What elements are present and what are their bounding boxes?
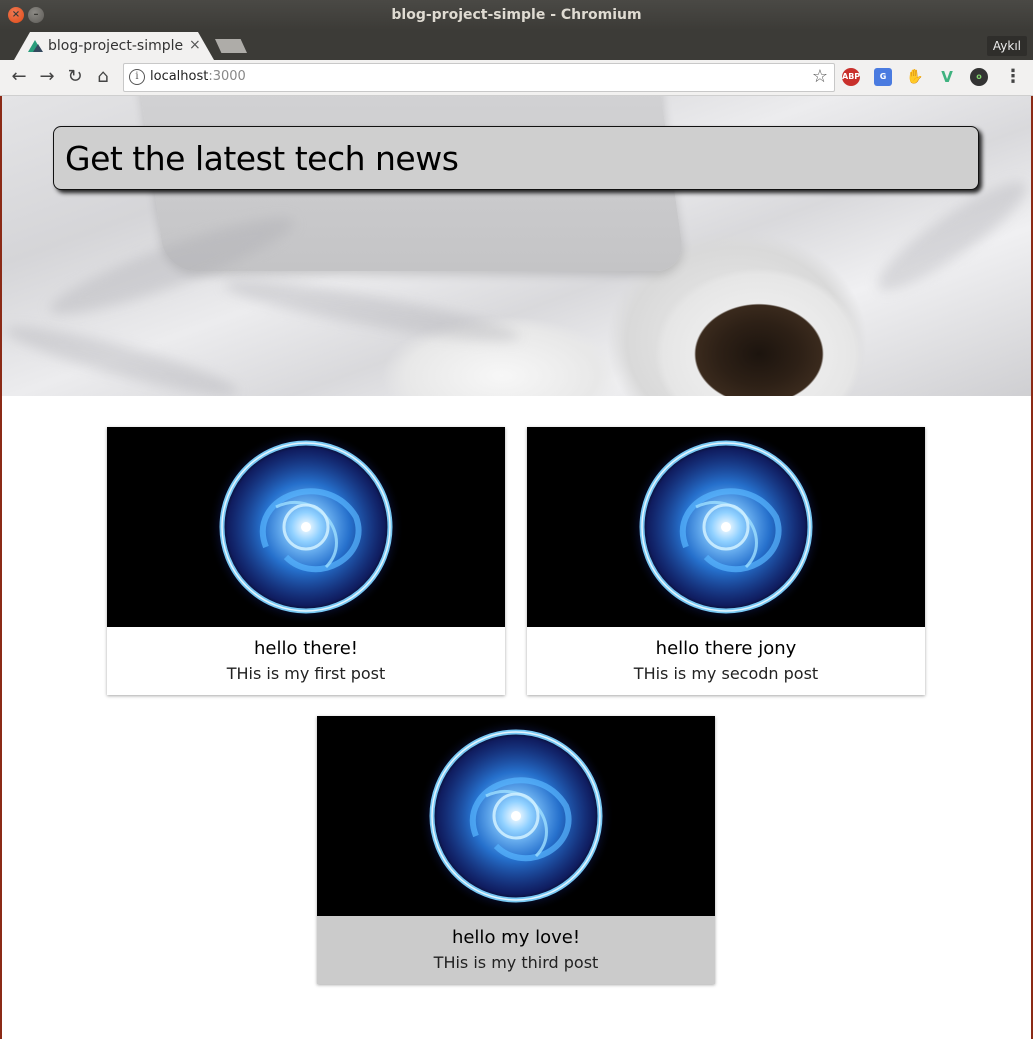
address-url: localhost:3000	[150, 69, 246, 84]
minimize-icon: –	[33, 9, 39, 20]
tab-title: blog-project-simple	[48, 38, 184, 54]
post-title: hello there!	[253, 638, 359, 659]
post-text: THis is my third post	[433, 953, 599, 972]
window-title: blog-project-simple - Chromium	[391, 7, 642, 23]
post-image	[317, 716, 715, 916]
browser-toolbar: ← → ↻ ⌂ i localhost:3000 ☆ ABP G ✋ V o ⋮	[0, 60, 1033, 96]
info-icon[interactable]: i	[129, 69, 145, 85]
post-card[interactable]: hello there! THis is my first post	[107, 427, 505, 695]
page-content: Get the latest tech news hello there! TH…	[2, 96, 1031, 1039]
post-text: THis is my first post	[226, 664, 386, 683]
vue-favicon-icon	[28, 40, 43, 52]
address-port: :3000	[208, 69, 246, 84]
translate-extension-icon[interactable]: G	[874, 68, 892, 86]
tab-strip: blog-project-simple × Aykıl	[0, 30, 1033, 60]
color-picker-extension-icon[interactable]: o	[970, 68, 988, 86]
tab-close-icon[interactable]: ×	[189, 37, 201, 53]
address-bar[interactable]: i localhost:3000 ☆	[123, 63, 835, 92]
post-title: hello my love!	[451, 927, 581, 948]
blue-orb-image	[208, 429, 404, 625]
blue-orb-image	[628, 429, 824, 625]
close-icon: ×	[11, 9, 21, 20]
new-tab-button[interactable]	[215, 39, 247, 53]
window-close-button[interactable]: ×	[8, 7, 24, 23]
reload-icon[interactable]: ↻	[64, 66, 86, 88]
post-title: hello there jony	[655, 638, 797, 659]
hero-banner: Get the latest tech news	[2, 96, 1031, 396]
post-image	[527, 427, 925, 627]
post-image	[107, 427, 505, 627]
post-text: THis is my secodn post	[633, 664, 819, 683]
vue-devtools-extension-icon[interactable]: V	[938, 68, 956, 86]
forward-icon[interactable]: →	[36, 66, 58, 88]
sheet-fold	[221, 270, 523, 352]
menu-icon[interactable]: ⋮	[1002, 66, 1024, 88]
blue-orb-image	[418, 718, 614, 914]
title-bar: × – blog-project-simple - Chromium	[0, 0, 1033, 30]
tab-blog-project-simple[interactable]: blog-project-simple ×	[14, 32, 214, 60]
back-icon[interactable]: ←	[8, 66, 30, 88]
window-minimize-button[interactable]: –	[28, 7, 44, 23]
post-card[interactable]: hello there jony THis is my secodn post	[527, 427, 925, 695]
hero-heading-box: Get the latest tech news	[53, 126, 979, 190]
profile-button[interactable]: Aykıl	[986, 36, 1027, 56]
home-icon[interactable]: ⌂	[92, 66, 114, 88]
bookmark-star-icon[interactable]: ☆	[812, 66, 828, 87]
address-host: localhost	[150, 69, 209, 84]
post-card[interactable]: hello my love! THis is my third post	[317, 716, 715, 984]
adblock-extension-icon[interactable]: ABP	[842, 68, 860, 86]
browser-window: × – blog-project-simple - Chromium blog-…	[0, 0, 1033, 1039]
gnome-extension-icon[interactable]: ✋	[906, 68, 924, 86]
sheet-fold	[2, 315, 242, 396]
hero-title: Get the latest tech news	[65, 139, 459, 178]
